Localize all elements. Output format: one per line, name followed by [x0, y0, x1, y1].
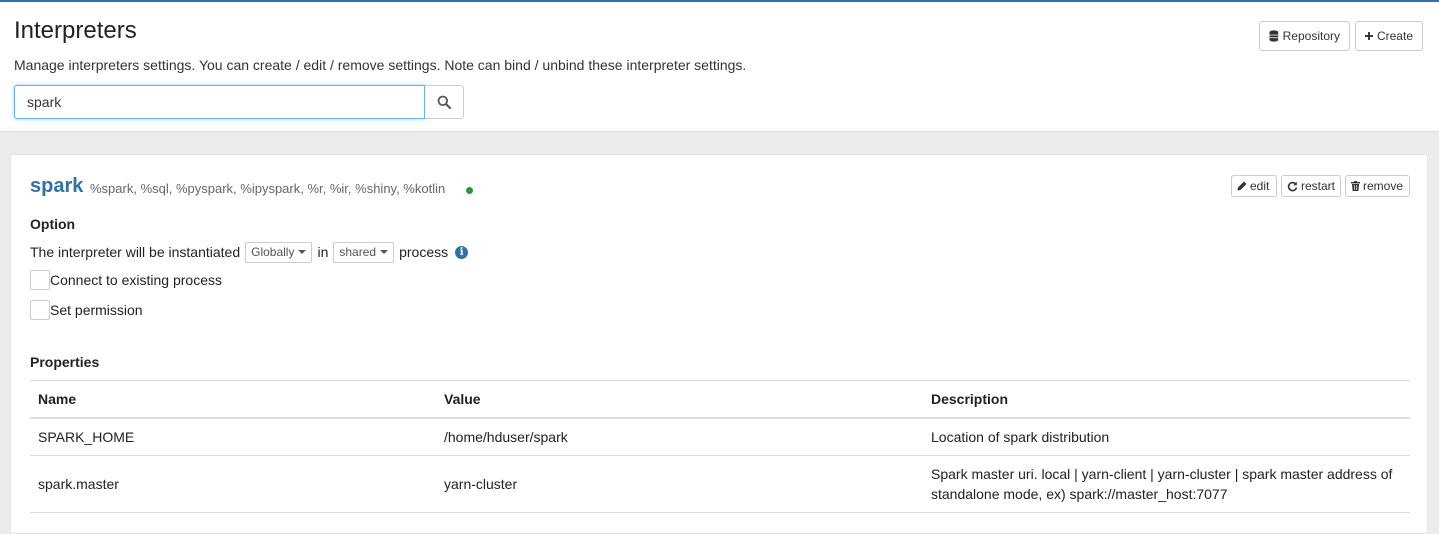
property-description-line: standalone mode, ex) spark://master_host… [931, 486, 1228, 502]
remove-label: remove [1363, 179, 1404, 193]
repository-label: Repository [1282, 29, 1340, 43]
pencil-icon [1237, 181, 1247, 191]
database-icon [1269, 30, 1279, 42]
interpreter-card: spark %spark, %sql, %pyspark, %ipyspark,… [10, 154, 1428, 534]
edit-label: edit [1250, 179, 1270, 193]
restart-label: restart [1300, 179, 1335, 193]
table-row: SPARK_HOME /home/hduser/spark Location o… [30, 417, 1410, 456]
table-header-row: Name Value Description [30, 380, 1410, 419]
property-value: yarn-cluster [436, 455, 923, 513]
connect-existing-checkbox[interactable] [30, 270, 50, 290]
search-input[interactable] [14, 85, 425, 119]
mode-dropdown[interactable]: shared [333, 241, 395, 263]
restart-button[interactable]: restart [1281, 175, 1341, 197]
search-icon [437, 95, 451, 109]
instantiation-row: The interpreter will be instantiated Glo… [30, 241, 469, 263]
remove-button[interactable]: remove [1345, 175, 1410, 197]
in-text: in [317, 244, 329, 260]
property-description-line: Spark master uri. local | yarn-client | … [931, 466, 1393, 482]
column-header-name: Name [30, 380, 436, 419]
repository-button[interactable]: Repository [1259, 21, 1350, 51]
instantiated-text: The interpreter will be instantiated [30, 244, 241, 260]
scope-value: Globally [251, 245, 295, 259]
chevron-down-icon [298, 250, 307, 254]
table-row: spark.master yarn-cluster Spark master u… [30, 455, 1410, 513]
mode-value: shared [339, 245, 377, 259]
chevron-down-icon [380, 250, 389, 254]
property-name: spark.master [30, 455, 436, 513]
set-permission-checkbox[interactable] [30, 300, 50, 320]
plus-icon [1365, 32, 1373, 40]
page-description: Manage interpreters settings. You can cr… [14, 57, 747, 73]
info-icon[interactable]: i [455, 245, 469, 259]
create-label: Create [1376, 29, 1413, 43]
property-description: Location of spark distribution [923, 417, 1410, 456]
interpreter-aliases: %spark, %sql, %pyspark, %ipyspark, %r, %… [90, 181, 446, 196]
interpreter-name: spark [30, 175, 84, 197]
create-button[interactable]: Create [1355, 21, 1423, 51]
scope-dropdown[interactable]: Globally [245, 241, 313, 263]
connect-existing-label: Connect to existing process [50, 272, 222, 288]
page-title: Interpreters [14, 17, 137, 44]
search-button[interactable] [425, 85, 464, 119]
column-header-description: Description [923, 380, 1410, 419]
set-permission-label: Set permission [50, 302, 143, 318]
properties-table: Name Value Description SPARK_HOME /home/… [30, 380, 1410, 513]
property-value: /home/hduser/spark [436, 417, 923, 456]
process-text: process [399, 244, 449, 260]
property-description: Spark master uri. local | yarn-client | … [923, 455, 1410, 513]
property-name: SPARK_HOME [30, 417, 436, 456]
search-bar [14, 85, 464, 119]
status-indicator [466, 187, 473, 194]
refresh-icon [1287, 181, 1298, 191]
trash-icon [1351, 181, 1360, 191]
option-heading: Option [30, 216, 76, 232]
column-header-value: Value [436, 380, 923, 419]
page-header: Interpreters Manage interpreters setting… [0, 2, 1439, 132]
set-permission-row: Set permission [30, 300, 143, 320]
connect-existing-row: Connect to existing process [30, 270, 222, 290]
properties-heading: Properties [30, 354, 100, 370]
edit-button[interactable]: edit [1231, 175, 1277, 197]
